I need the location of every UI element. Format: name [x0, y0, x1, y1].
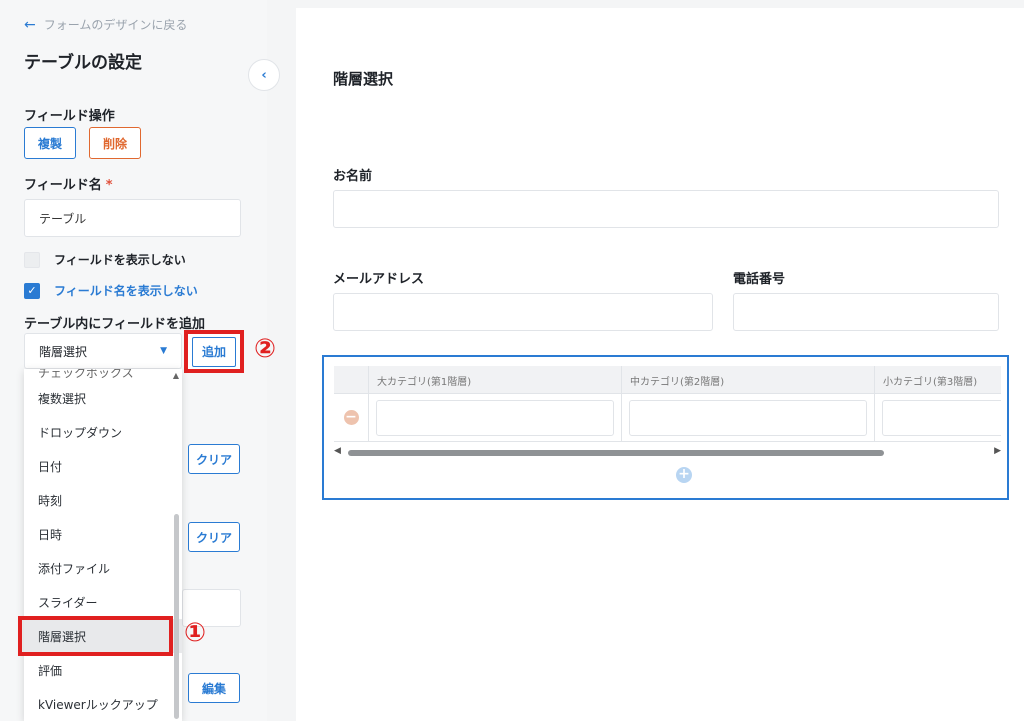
sidebar-title: テーブルの設定 — [24, 53, 142, 73]
table-cell — [874, 394, 1001, 442]
email-input[interactable] — [333, 293, 713, 331]
table-header-row: 大カテゴリ(第1階層) 中カテゴリ(第2階層) 小カテゴリ(第3階層) — [334, 366, 1001, 394]
back-link-label: フォームのデザインに戻る — [43, 18, 188, 32]
field-ops-label: フィールド操作 — [24, 109, 115, 124]
table-header-blank — [334, 366, 368, 394]
table-header-cell: 大カテゴリ(第1階層) — [368, 366, 621, 394]
table-cell-input[interactable] — [882, 400, 1001, 436]
duplicate-button[interactable]: 複製 — [24, 127, 76, 159]
phone-input[interactable] — [733, 293, 999, 331]
collapse-sidebar-button[interactable]: ‹ — [248, 59, 280, 91]
table-row: − — [334, 394, 1001, 442]
dropdown-item[interactable]: 日時 — [24, 517, 182, 551]
field-type-dropdown[interactable]: チェックボックス 複数選択 ドロップダウン 日付 時刻 日時 添付ファイル スラ… — [24, 369, 182, 721]
edit-button[interactable]: 編集 — [188, 673, 240, 703]
dropdown-scrollbar[interactable] — [174, 514, 179, 719]
hide-field-option[interactable]: フィールドを表示しない — [24, 251, 186, 268]
clear-button-2[interactable]: クリア — [188, 522, 240, 552]
delete-button[interactable]: 削除 — [89, 127, 141, 159]
hide-field-name-checkbox[interactable]: ✓ — [24, 282, 40, 299]
remove-row-icon[interactable]: − — [343, 410, 359, 425]
table-grid: 大カテゴリ(第1階層) 中カテゴリ(第2階層) 小カテゴリ(第3階層) − — [334, 366, 1001, 461]
dropdown-item[interactable]: 時刻 — [24, 483, 182, 517]
add-field-button-label: 追加 — [192, 336, 236, 367]
phone-label: 電話番号 — [733, 272, 786, 287]
field-type-select-value: 階層選択 — [39, 344, 88, 359]
field-name-input[interactable]: テーブル — [24, 199, 241, 237]
arrow-left-icon: ← — [24, 16, 36, 33]
annotation-1: ① — [184, 618, 207, 648]
hide-field-checkbox[interactable] — [24, 251, 40, 268]
scroll-up-icon[interactable]: ▲ — [173, 371, 179, 380]
dropdown-item[interactable]: 複数選択 — [24, 381, 182, 415]
table-cell-input[interactable] — [376, 400, 614, 436]
form-title: 階層選択 — [333, 70, 394, 88]
table-cell-input[interactable] — [629, 400, 867, 436]
back-to-design-link[interactable]: ← フォームのデザインに戻る — [24, 16, 187, 33]
field-type-select[interactable]: 階層選択 ▼ — [24, 333, 182, 369]
name-label: お名前 — [333, 169, 373, 184]
table-cell — [621, 394, 874, 442]
email-label: メールアドレス — [333, 272, 425, 287]
table-cell — [368, 394, 621, 442]
add-row-icon[interactable]: + — [676, 467, 692, 483]
add-field-label: テーブル内にフィールドを追加 — [24, 317, 205, 332]
dropdown-item[interactable]: 添付ファイル — [24, 551, 182, 585]
chevron-left-icon: ‹ — [261, 67, 267, 83]
dropdown-item[interactable]: スライダー — [24, 585, 182, 619]
name-input[interactable] — [333, 190, 999, 228]
dropdown-item[interactable]: 評価 — [24, 653, 182, 687]
add-field-button[interactable]: 追加 — [184, 330, 244, 373]
clear-button-1[interactable]: クリア — [188, 444, 240, 474]
dropdown-item[interactable]: ドロップダウン — [24, 415, 182, 449]
caret-down-icon: ▼ — [160, 346, 167, 356]
hide-field-name-option[interactable]: ✓ フィールド名を表示しない — [24, 282, 198, 299]
scroll-left-icon[interactable]: ◀ — [334, 446, 341, 456]
required-mark: * — [105, 178, 113, 193]
field-name-label: フィールド名 * — [24, 178, 113, 193]
scroll-right-icon[interactable]: ▶ — [994, 446, 1001, 456]
table-hscrollbar[interactable]: ◀ ▶ — [334, 446, 1001, 458]
table-header-cell: 中カテゴリ(第2階層) — [621, 366, 874, 394]
table-field[interactable]: 大カテゴリ(第1階層) 中カテゴリ(第2階層) 小カテゴリ(第3階層) − ◀ … — [322, 355, 1009, 500]
row-action-cell: − — [334, 394, 368, 442]
hide-field-name-label: フィールド名を表示しない — [54, 284, 198, 298]
dropdown-item[interactable]: チェックボックス — [24, 369, 182, 381]
dropdown-item[interactable]: 日付 — [24, 449, 182, 483]
table-hscroll-thumb[interactable] — [348, 450, 884, 456]
dropdown-item-selected[interactable]: 階層選択 — [24, 619, 182, 653]
hide-field-label: フィールドを表示しない — [54, 253, 186, 267]
dropdown-item[interactable]: kViewerルックアップ — [24, 687, 182, 721]
table-header-cell: 小カテゴリ(第3階層) — [874, 366, 1001, 394]
annotation-2: ② — [254, 334, 277, 364]
